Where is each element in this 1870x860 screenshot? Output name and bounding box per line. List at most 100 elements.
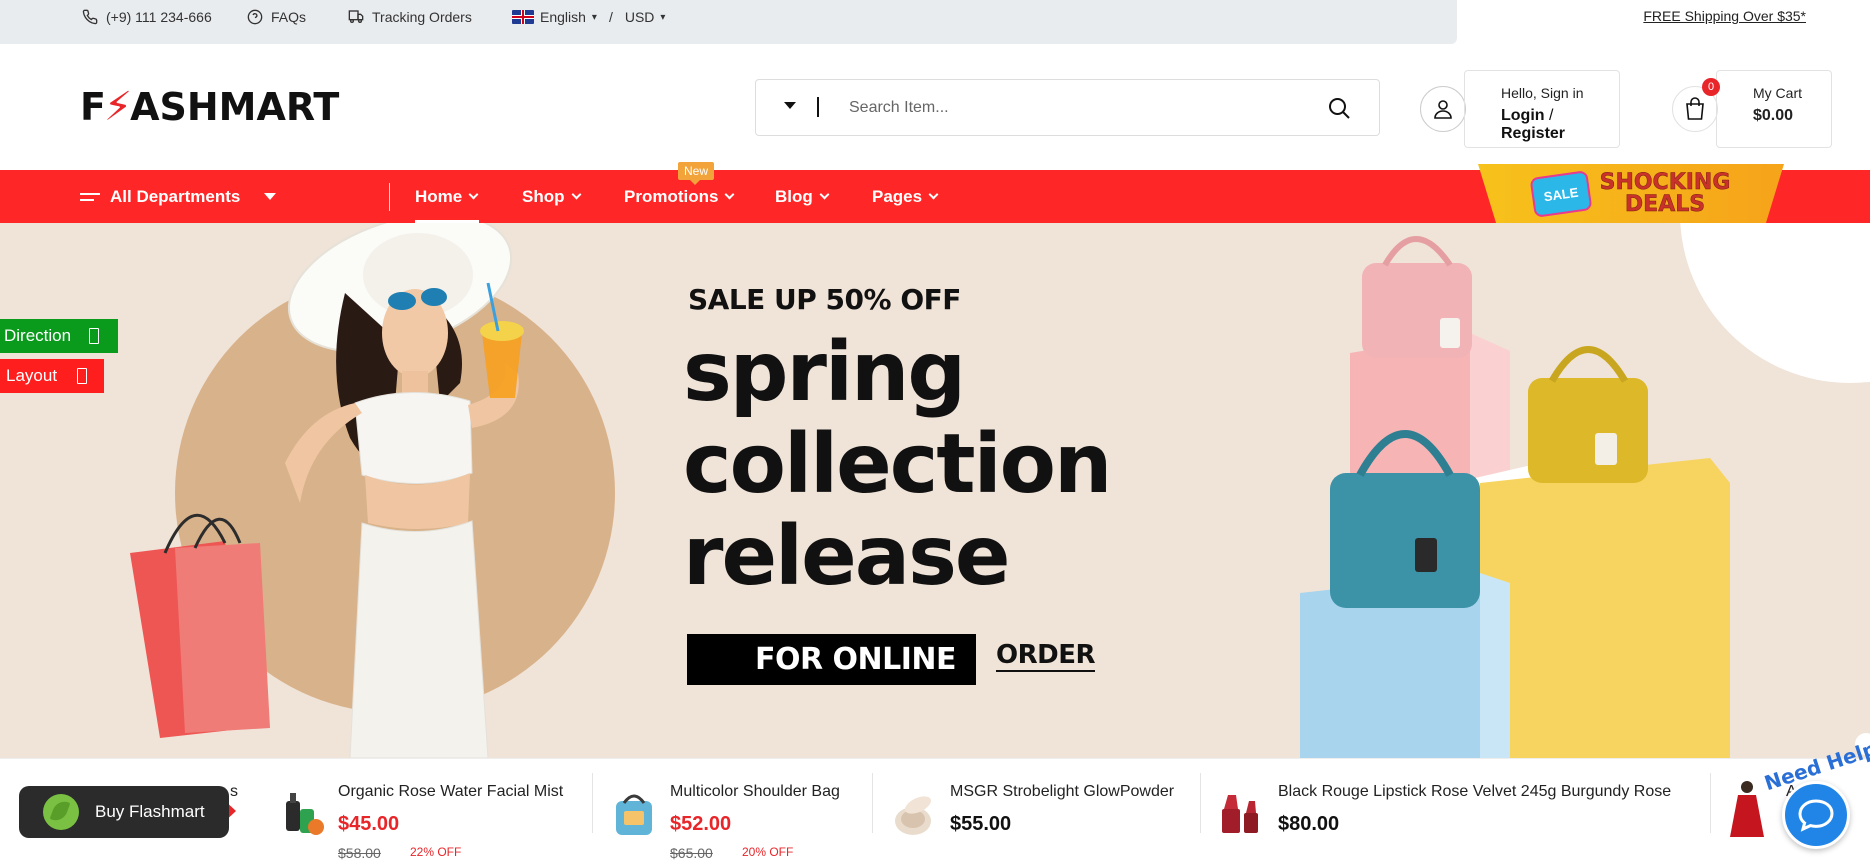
nav-shop[interactable]: Shop (522, 170, 581, 223)
new-badge: New (678, 162, 715, 185)
language-label[interactable]: English (540, 9, 586, 25)
layout-toggle[interactable]: Layout (0, 359, 104, 393)
product-name[interactable]: Multicolor Shoulder Bag (670, 783, 840, 801)
product-thumbnail (616, 794, 652, 835)
nav-home[interactable]: Home (415, 170, 480, 223)
layout-icon (77, 368, 88, 384)
faqs-link[interactable]: FAQs (247, 9, 306, 25)
search-input[interactable] (849, 95, 1309, 121)
currency-label[interactable]: USD (625, 9, 655, 25)
product-item[interactable]: Black Rouge Lipstick Rose Velvet 245g Bu… (1216, 769, 1696, 853)
product-thumbnail (1730, 781, 1764, 837)
category-dropdown-icon[interactable] (784, 102, 796, 109)
product-divider (592, 773, 593, 833)
direction-icon (89, 328, 100, 344)
hero-handbags-image (1300, 236, 1730, 758)
product-name: s (230, 783, 238, 800)
cart-count-badge: 0 (1702, 78, 1720, 96)
language-currency-separator: / (608, 9, 613, 25)
nav-separator (389, 183, 390, 211)
free-shipping-link[interactable]: FREE Shipping Over $35* (1643, 8, 1806, 24)
tracking-orders-label: Tracking Orders (372, 9, 472, 25)
shocking-deals-text: SHOCKING DEALS (1599, 170, 1731, 217)
product-divider (1200, 773, 1201, 833)
language-currency-selector[interactable]: English ▾ / USD ▾ (512, 9, 665, 25)
user-icon[interactable] (1420, 86, 1466, 132)
product-price: $52.00 (670, 813, 732, 835)
layout-label: Layout (6, 366, 58, 385)
cart-label: My Cart (1753, 85, 1802, 101)
nav-promotions-label: Promotions (624, 186, 719, 206)
product-divider (1710, 773, 1711, 833)
search-divider (817, 97, 819, 117)
truck-icon (348, 10, 364, 23)
product-old-price: $65.00 (670, 845, 713, 860)
nav-blog[interactable]: Blog (775, 170, 830, 223)
product-price: $80.00 (1278, 813, 1340, 835)
flashmart-logo[interactable]: F ⚡ ASHMART (80, 84, 339, 130)
chevron-down-icon (819, 189, 830, 200)
for-online-label: FOR ONLINE (687, 634, 976, 685)
header: F ⚡ ASHMART Hello, Sign in Login / Regis… (0, 44, 1870, 170)
cart-box[interactable]: My Cart $0.00 (1716, 70, 1832, 148)
product-thumbnail (895, 796, 932, 835)
deals-line-1: SHOCKING (1599, 170, 1731, 195)
chevron-down-icon (928, 189, 939, 200)
nav-pages-label: Pages (872, 186, 923, 206)
cart-total: $0.00 (1753, 107, 1794, 124)
chat-bubble-icon (1798, 799, 1834, 832)
product-item[interactable]: Organic Rose Water Facial Mist $45.00 $5… (278, 769, 578, 860)
chat-button[interactable] (1782, 781, 1850, 849)
login-link[interactable]: Login (1501, 107, 1545, 124)
search-icon[interactable] (1327, 96, 1351, 120)
chevron-down-icon (468, 189, 479, 200)
product-ticker: s Organic Rose Water Facial Mist $45.00 … (0, 758, 1870, 860)
tracking-orders-link[interactable]: Tracking Orders (348, 9, 472, 25)
chevron-down-icon: ▾ (660, 11, 666, 23)
chevron-down-icon: ▾ (591, 11, 597, 23)
nav-pages[interactable]: Pages (872, 170, 939, 223)
help-circle-icon (247, 9, 263, 25)
direction-label: Direction (4, 326, 72, 345)
phone-link[interactable]: (+9) 111 234-666 (82, 9, 212, 25)
order-link[interactable]: ORDER (996, 640, 1096, 672)
buy-flashmart-button[interactable]: Buy Flashmart (19, 786, 229, 838)
top-bar: (+9) 111 234-666 FAQs Tracking Orders En… (0, 0, 1870, 44)
hero-sale-line: SALE UP 50% OFF (688, 283, 961, 316)
account-greeting: Hello, Sign in (1501, 85, 1584, 101)
caret-down-icon (264, 193, 277, 200)
top-bar-info: (+9) 111 234-666 FAQs Tracking Orders En… (0, 0, 1457, 44)
cart-section[interactable]: 0 My Cart $0.00 (1672, 70, 1832, 148)
buy-flashmart-label: Buy Flashmart (95, 802, 205, 821)
product-price: $55.00 (950, 813, 1012, 835)
phone-icon (82, 9, 98, 25)
hero-title-line-3: release (683, 509, 1011, 604)
deals-line-2: DEALS (1624, 192, 1706, 217)
all-departments-button[interactable]: All Departments (80, 170, 277, 223)
product-item[interactable]: MSGR Strobelight GlowPowder $55.00 (888, 769, 1188, 853)
envato-leaf-icon (43, 794, 79, 830)
account-section[interactable]: Hello, Sign in Login / Register (1420, 70, 1620, 148)
hero-title: spring collection release (683, 325, 1112, 604)
nav-home-label: Home (415, 186, 463, 206)
direction-toggle[interactable]: Direction (0, 319, 118, 353)
product-old-price: $58.00 (338, 845, 381, 860)
product-discount: 20% OFF (742, 845, 794, 859)
product-item[interactable]: Multicolor Shoulder Bag $52.00 $65.00 20… (610, 769, 870, 860)
uk-flag-icon (512, 10, 534, 24)
product-name[interactable]: MSGR Strobelight GlowPowder (950, 783, 1174, 801)
hero-title-line-2: collection (683, 417, 1112, 512)
shocking-deals-banner[interactable]: SALE SHOCKING DEALS (1478, 164, 1784, 224)
chevron-down-icon (725, 189, 735, 200)
product-divider (872, 773, 873, 833)
account-links: Login / Register (1501, 107, 1619, 143)
hero-title-line-1: spring (683, 325, 966, 420)
logo-text-f: F (80, 85, 106, 129)
product-name[interactable]: Organic Rose Water Facial Mist (338, 783, 563, 801)
search-bar (755, 79, 1380, 136)
register-link[interactable]: Register (1501, 125, 1565, 142)
hero-banner[interactable]: SALE UP 50% OFF spring collection releas… (0, 223, 1870, 758)
hero-model-image (130, 223, 524, 758)
account-box[interactable]: Hello, Sign in Login / Register (1464, 70, 1620, 148)
product-name[interactable]: Black Rouge Lipstick Rose Velvet 245g Bu… (1278, 783, 1671, 801)
